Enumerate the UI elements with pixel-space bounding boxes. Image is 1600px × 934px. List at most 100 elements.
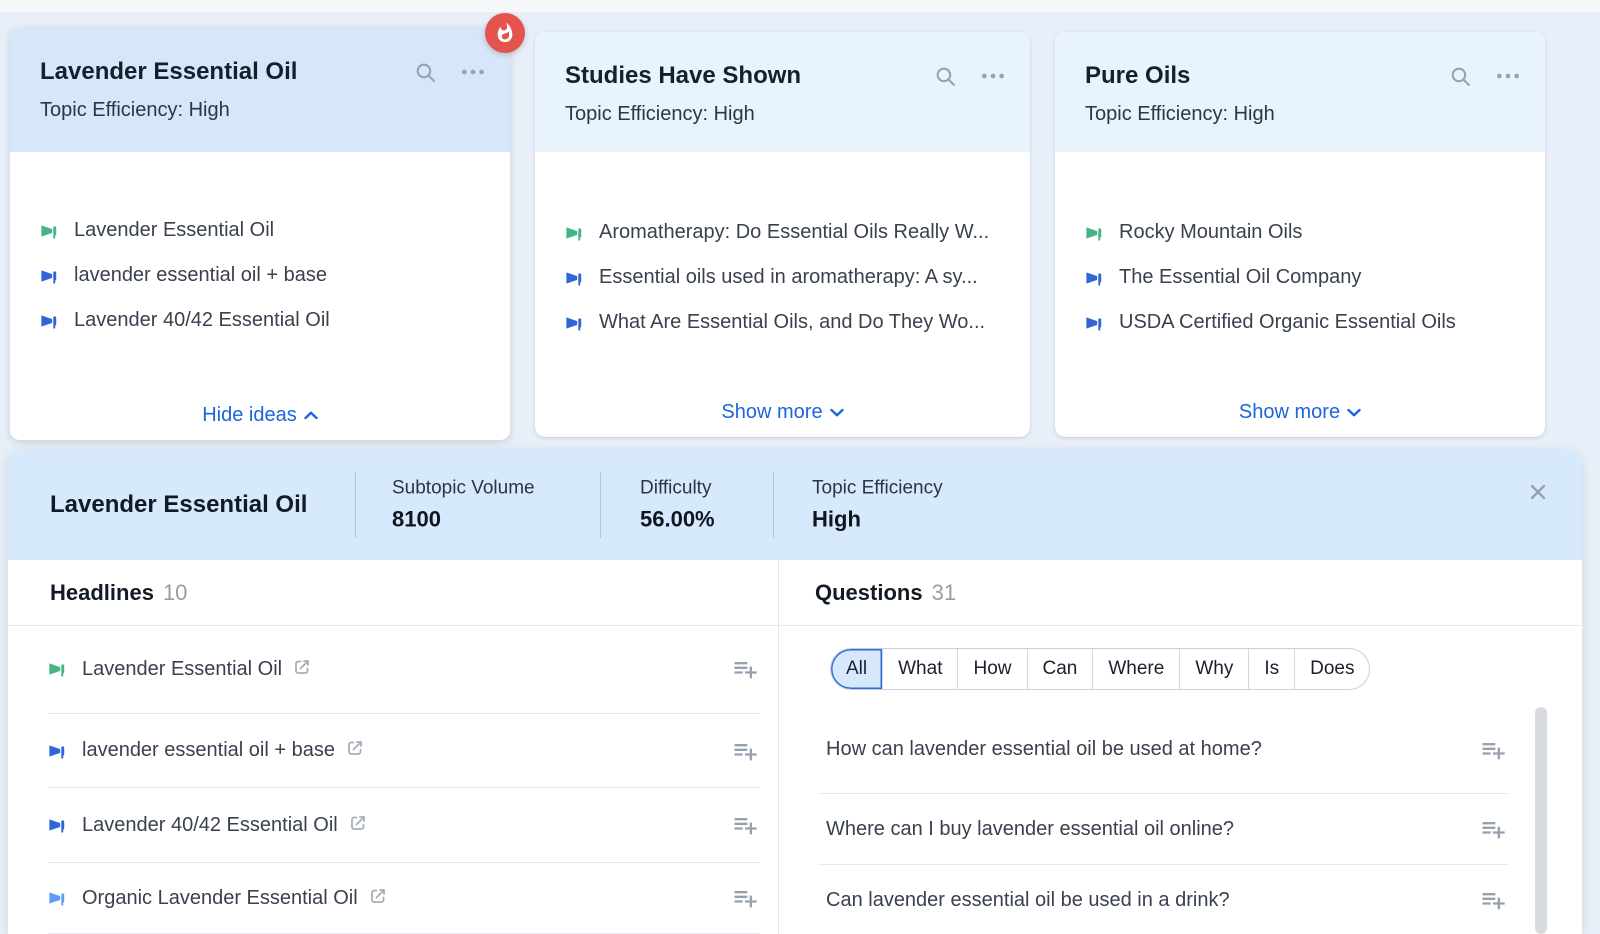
list-item[interactable]: USDA Certified Organic Essential Oils <box>1085 300 1515 345</box>
questions-count: 31 <box>932 580 956 605</box>
question-row[interactable]: Where can I buy lavender essential oil o… <box>818 794 1508 865</box>
list-item[interactable]: The Essential Oil Company <box>1085 255 1515 300</box>
list-item[interactable]: lavender essential oil + base <box>40 253 480 298</box>
tab-can[interactable]: Can <box>1027 649 1093 689</box>
list-item[interactable]: Aromatherapy: Do Essential Oils Really W… <box>565 210 1000 255</box>
question-row[interactable]: Can lavender essential oil be used in a … <box>818 865 1508 934</box>
tab-where[interactable]: Where <box>1092 649 1179 689</box>
questions-list: How can lavender essential oil be used a… <box>818 706 1508 934</box>
headlines-list: Lavender Essential Oil lavender essentia… <box>48 625 760 934</box>
chevron-up-icon <box>304 411 318 420</box>
tab-why[interactable]: Why <box>1179 649 1248 689</box>
megaphone-icon <box>565 312 587 334</box>
add-to-list-icon[interactable] <box>730 883 760 913</box>
card-title: Studies Have Shown <box>565 62 910 90</box>
metric-subtopic-volume: Subtopic Volume 8100 <box>392 478 535 533</box>
topic-card-pure-oils[interactable]: Pure Oils Topic Efficiency: High Rocky M… <box>1055 32 1545 437</box>
megaphone-icon <box>48 740 70 762</box>
close-icon[interactable] <box>1526 480 1550 504</box>
card-header: Pure Oils Topic Efficiency: High <box>1055 32 1545 152</box>
hot-topic-badge <box>485 13 525 53</box>
card-header: Studies Have Shown Topic Efficiency: Hig… <box>535 32 1030 152</box>
tab-what[interactable]: What <box>882 649 957 689</box>
megaphone-icon <box>40 310 62 332</box>
search-icon[interactable] <box>412 59 438 85</box>
megaphone-icon <box>40 220 62 242</box>
external-link-icon[interactable] <box>345 738 365 763</box>
megaphone-icon <box>1085 267 1107 289</box>
topic-card-lavender-essential-oil[interactable]: Lavender Essential Oil Topic Efficiency:… <box>10 28 510 440</box>
megaphone-icon <box>1085 312 1107 334</box>
chevron-down-icon <box>1347 408 1361 417</box>
card-idea-list: Lavender Essential Oil lavender essentia… <box>10 152 510 343</box>
show-more-link[interactable]: Show more <box>535 401 1030 424</box>
add-to-list-icon[interactable] <box>730 736 760 766</box>
idea-text: Lavender 40/42 Essential Oil <box>74 309 330 332</box>
tab-does[interactable]: Does <box>1294 649 1369 689</box>
add-to-list-icon[interactable] <box>730 810 760 840</box>
search-icon[interactable] <box>1447 63 1473 89</box>
show-more-link[interactable]: Show more <box>1055 401 1545 424</box>
megaphone-icon <box>565 267 587 289</box>
megaphone-icon <box>1085 222 1107 244</box>
external-link-icon[interactable] <box>348 813 368 838</box>
headline-row[interactable]: lavender essential oil + base <box>48 714 760 788</box>
tab-how[interactable]: How <box>957 649 1026 689</box>
questions-scrollbar[interactable] <box>1535 707 1547 934</box>
idea-text: Rocky Mountain Oils <box>1119 221 1302 244</box>
idea-text: lavender essential oil + base <box>74 264 327 287</box>
tab-all[interactable]: All <box>831 649 882 689</box>
headlines-count: 10 <box>163 580 187 605</box>
card-header: Lavender Essential Oil Topic Efficiency:… <box>10 28 510 152</box>
headline-text: Organic Lavender Essential Oil <box>82 887 358 910</box>
card-title: Pure Oils <box>1085 62 1425 90</box>
more-options-icon[interactable] <box>460 59 486 85</box>
add-to-list-icon[interactable] <box>1478 885 1508 915</box>
add-to-list-icon[interactable] <box>1478 814 1508 844</box>
divider <box>355 472 356 538</box>
chevron-down-icon <box>830 408 844 417</box>
tab-is[interactable]: Is <box>1248 649 1294 689</box>
idea-text: Aromatherapy: Do Essential Oils Really W… <box>599 221 989 244</box>
add-to-list-icon[interactable] <box>1478 735 1508 765</box>
more-options-icon[interactable] <box>980 63 1006 89</box>
topic-card-studies-have-shown[interactable]: Studies Have Shown Topic Efficiency: Hig… <box>535 32 1030 437</box>
detail-title: Lavender Essential Oil <box>50 450 307 560</box>
metric-topic-efficiency: Topic Efficiency High <box>812 478 943 533</box>
section-header-row: Headlines10 Questions31 <box>8 560 1582 626</box>
idea-text: Essential oils used in aromatherapy: A s… <box>599 266 978 289</box>
divider <box>773 472 774 538</box>
metric-difficulty: Difficulty 56.00% <box>640 478 715 533</box>
detail-panel-header: Lavender Essential Oil Subtopic Volume 8… <box>8 450 1582 560</box>
list-item[interactable]: Lavender Essential Oil <box>40 208 480 253</box>
external-link-icon[interactable] <box>368 886 388 911</box>
card-idea-list: Rocky Mountain Oils The Essential Oil Co… <box>1055 152 1545 345</box>
divider <box>778 560 779 934</box>
headline-row[interactable]: Lavender Essential Oil <box>48 625 760 714</box>
question-text: Can lavender essential oil be used in a … <box>826 889 1230 912</box>
add-to-list-icon[interactable] <box>730 654 760 684</box>
questions-section-header: Questions31 <box>815 560 956 625</box>
hide-ideas-link[interactable]: Hide ideas <box>10 404 510 427</box>
list-item[interactable]: What Are Essential Oils, and Do They Wo.… <box>565 300 1000 345</box>
idea-text: The Essential Oil Company <box>1119 266 1361 289</box>
list-item[interactable]: Essential oils used in aromatherapy: A s… <box>565 255 1000 300</box>
question-row[interactable]: How can lavender essential oil be used a… <box>818 706 1508 794</box>
external-link-icon[interactable] <box>292 657 312 682</box>
megaphone-icon <box>565 222 587 244</box>
divider <box>600 472 601 538</box>
headline-row[interactable]: Organic Lavender Essential Oil <box>48 863 760 934</box>
list-item[interactable]: Lavender 40/42 Essential Oil <box>40 298 480 343</box>
card-idea-list: Aromatherapy: Do Essential Oils Really W… <box>535 152 1030 345</box>
question-text: How can lavender essential oil be used a… <box>826 738 1262 761</box>
headline-text: Lavender Essential Oil <box>82 658 282 681</box>
megaphone-icon <box>40 265 62 287</box>
list-item[interactable]: Rocky Mountain Oils <box>1085 210 1515 255</box>
question-text: Where can I buy lavender essential oil o… <box>826 818 1234 841</box>
headline-row[interactable]: Lavender 40/42 Essential Oil <box>48 788 760 863</box>
subtopic-detail-panel: Lavender Essential Oil Subtopic Volume 8… <box>8 450 1582 934</box>
search-icon[interactable] <box>932 63 958 89</box>
topic-efficiency-label: Topic Efficiency: High <box>1085 103 1521 126</box>
more-options-icon[interactable] <box>1495 63 1521 89</box>
idea-text: USDA Certified Organic Essential Oils <box>1119 311 1456 334</box>
